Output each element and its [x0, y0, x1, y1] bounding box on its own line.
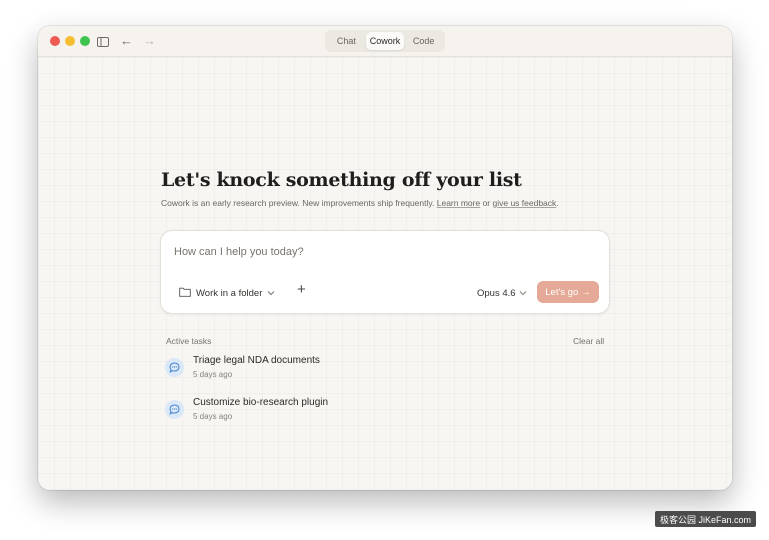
- chat-bubble-icon: [165, 400, 184, 419]
- maximize-icon[interactable]: [80, 36, 90, 46]
- model-selector[interactable]: Opus 4.6: [477, 286, 527, 300]
- tab-chat[interactable]: Chat: [327, 32, 366, 50]
- task-item[interactable]: Triage legal NDA documents 5 days ago: [165, 355, 565, 383]
- task-title: Customize bio-research plugin: [193, 397, 329, 408]
- close-icon[interactable]: [50, 36, 60, 46]
- tab-code[interactable]: Code: [404, 32, 443, 50]
- subtitle-or: or: [480, 198, 493, 208]
- page-title: Let's knock something off your list: [161, 169, 522, 191]
- arrow-left-icon[interactable]: ←: [120, 33, 133, 48]
- task-item[interactable]: Customize bio-research plugin 5 days ago: [165, 397, 565, 425]
- work-in-folder-button[interactable]: Work in a folder: [179, 286, 275, 300]
- sidebar-toggle-icon[interactable]: [97, 35, 109, 47]
- main-content: Let's knock something off your list Cowo…: [38, 57, 732, 490]
- chevron-down-icon: [519, 288, 527, 299]
- arrow-right-icon: →: [581, 286, 591, 298]
- subtitle: Cowork is an early research preview. New…: [161, 198, 559, 208]
- add-button[interactable]: +: [297, 282, 306, 298]
- chat-bubble-icon: [165, 358, 184, 377]
- tab-cowork[interactable]: Cowork: [365, 32, 405, 50]
- app-window: ← → Chat Cowork Code Let's knock somethi…: [38, 26, 732, 490]
- folder-icon: [179, 287, 191, 300]
- clear-all-button[interactable]: Clear all: [573, 336, 604, 346]
- feedback-link[interactable]: give us feedback: [492, 198, 556, 208]
- title-bar: ← → Chat Cowork Code: [38, 26, 732, 57]
- watermark: 极客公园 JiKeFan.com: [654, 511, 756, 527]
- work-in-folder-label: Work in a folder: [196, 287, 263, 299]
- lets-go-button[interactable]: Let's go →: [537, 281, 599, 303]
- prompt-input[interactable]: [174, 244, 574, 260]
- mode-switcher: Chat Cowork Code: [325, 30, 445, 52]
- active-tasks-heading: Active tasks: [166, 336, 212, 346]
- task-timestamp: 5 days ago: [193, 370, 233, 379]
- chevron-down-icon: [267, 288, 275, 299]
- task-title: Triage legal NDA documents: [193, 355, 320, 366]
- model-label: Opus 4.6: [477, 287, 516, 299]
- prompt-card: Work in a folder + Opus 4.6 Let's go →: [160, 230, 610, 314]
- lets-go-label: Let's go: [545, 286, 579, 298]
- minimize-icon[interactable]: [65, 36, 75, 46]
- subtitle-text: Cowork is an early research preview. New…: [161, 198, 437, 208]
- learn-more-link[interactable]: Learn more: [437, 198, 480, 208]
- task-timestamp: 5 days ago: [193, 412, 233, 421]
- subtitle-end: .: [556, 198, 559, 208]
- arrow-right-icon[interactable]: →: [143, 33, 156, 48]
